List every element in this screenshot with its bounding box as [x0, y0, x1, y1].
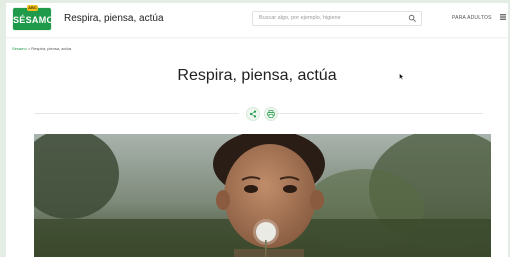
page-title: Respira, piensa, actúa — [177, 67, 337, 84]
breadcrumb: Sésamo > Respira, piensa, actúa — [12, 46, 71, 51]
breadcrumb-home-link[interactable]: Sésamo — [12, 46, 27, 51]
share-icon — [249, 110, 257, 118]
print-icon — [267, 110, 275, 118]
sesamo-logo[interactable]: ABC SÉSAMO — [12, 5, 54, 31]
site-title: Respira, piensa, actúa — [64, 13, 164, 24]
search-input[interactable]: Buscar algo, por ejemplo, higiene — [259, 15, 341, 21]
divider-right — [278, 113, 483, 114]
for-adults-link[interactable]: PARA ADULTOS — [452, 15, 492, 21]
divider-left — [34, 113, 239, 114]
mouse-cursor-icon — [399, 73, 404, 80]
share-button[interactable] — [246, 107, 260, 121]
print-button[interactable] — [264, 107, 278, 121]
hero-image-child-blowing-dandelion — [34, 134, 491, 257]
logo-badge: ABC — [27, 5, 38, 11]
search-box[interactable]: Buscar algo, por ejemplo, higiene — [252, 11, 422, 26]
search-icon[interactable] — [408, 14, 417, 23]
browser-page: ABC SÉSAMO Respira, piensa, actúa Buscar… — [6, 3, 508, 257]
logo-text: SÉSAMO — [13, 15, 54, 25]
breadcrumb-separator: > — [27, 46, 31, 51]
breadcrumb-current: Respira, piensa, actúa — [31, 46, 72, 51]
site-header: ABC SÉSAMO Respira, piensa, actúa Buscar… — [6, 3, 508, 37]
hamburger-menu-icon[interactable] — [500, 14, 506, 20]
